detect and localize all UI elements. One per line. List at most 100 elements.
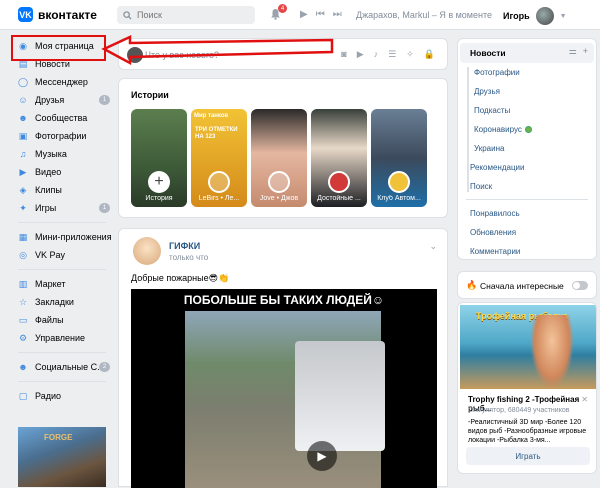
sidebar-item-label: Видео xyxy=(35,167,62,177)
filter-photos[interactable]: Фотографии xyxy=(474,68,520,77)
story-avatar xyxy=(208,171,230,193)
play-game-button[interactable]: Играть xyxy=(466,447,590,465)
sidebar-item-bookmarks[interactable]: ☆ Закладки xyxy=(12,293,112,311)
file-icon: ▭ xyxy=(18,315,28,325)
sidebar-item-label: Друзья xyxy=(35,95,65,105)
story-add[interactable]: + История xyxy=(131,109,187,207)
post-time[interactable]: только что xyxy=(169,253,208,262)
sidebar-item-files[interactable]: ▭ Файлы xyxy=(12,311,112,329)
social-count-badge: 2 xyxy=(99,362,110,372)
filter-coronavirus[interactable]: Коронавирус xyxy=(474,125,532,134)
sidebar-item-manage[interactable]: ⚙ Управление xyxy=(12,329,112,347)
story-dostoynye[interactable]: Достойные ... xyxy=(311,109,367,207)
sidebar-item-messenger[interactable]: ◯ Мессенджер xyxy=(12,73,112,91)
news-filter-panel: Новости ⚌ + Фотографии Друзья Подкасты К… xyxy=(457,38,597,260)
sidebar-item-friends[interactable]: ☺ Друзья 1 xyxy=(12,91,112,109)
previous-icon[interactable]: ⏮ xyxy=(316,9,325,20)
next-icon[interactable]: ⏭ xyxy=(333,9,342,20)
sidebar-item-label: Мессенджер xyxy=(35,77,88,87)
sidebar-item-label: Игры xyxy=(35,203,57,213)
story-caption: История xyxy=(145,195,173,202)
sidebar-item-video[interactable]: ▶ Видео xyxy=(12,163,112,181)
post-video[interactable]: ПОБОЛЬШЕ БЫ ТАКИХ ЛЮДЕЙ☺ ▶ xyxy=(131,289,437,488)
sidebar-item-label: Сообщества xyxy=(35,113,88,123)
avatar[interactable] xyxy=(133,237,161,265)
music-icon: ♫ xyxy=(19,149,27,159)
sidebar-item-vkpay[interactable]: ◎ VK Pay xyxy=(12,246,112,264)
sort-toggle[interactable] xyxy=(572,281,588,290)
user-menu[interactable]: Игорь ▼ xyxy=(503,7,567,25)
post-author[interactable]: ГИФКИ xyxy=(169,241,200,251)
manage-icon: ⚙ xyxy=(18,333,28,343)
filter-ukraine[interactable]: Украина xyxy=(474,144,504,153)
notifications-badge: 4 xyxy=(278,4,287,13)
virus-icon xyxy=(524,126,532,134)
right-game-ad[interactable]: Трофейная рыбалка ✕ Trophy fishing 2 -Тр… xyxy=(457,302,597,474)
news-controls: ⚌ + xyxy=(569,46,588,57)
story-avatar xyxy=(328,171,350,193)
sort-toggle-panel[interactable]: 🔥 Сначала интересные xyxy=(457,271,597,299)
lock-icon[interactable]: 🔒 xyxy=(424,49,435,60)
story-top-text: Мир танков xyxy=(194,113,229,119)
article-icon[interactable]: ☰ xyxy=(388,49,396,60)
friends-icon: ☺ xyxy=(18,95,28,105)
play-icon[interactable]: ▶ xyxy=(300,9,308,20)
story-avatar xyxy=(268,171,290,193)
video-icon[interactable]: ▶ xyxy=(357,49,364,60)
sidebar-item-label: Социальные С... xyxy=(35,362,105,372)
chevron-down-icon: ▼ xyxy=(559,12,567,20)
sidebar-divider xyxy=(18,269,106,270)
tab-news-label: Новости xyxy=(470,48,506,58)
music-icon[interactable]: ♪ xyxy=(374,49,379,60)
filter-updates[interactable]: Обновления xyxy=(470,228,516,237)
plus-icon[interactable]: + xyxy=(583,46,588,57)
now-playing-track[interactable]: Джарахов, Markul – Я в моменте xyxy=(356,10,492,20)
story-caption: Клуб Автом... xyxy=(377,195,421,202)
sidebar-item-social[interactable]: ☻ Социальные С... 2 xyxy=(12,358,112,376)
post-text: Добрые пожарные😎👏 xyxy=(131,273,230,283)
lightbulb-icon[interactable]: ✧ xyxy=(406,49,414,60)
settings-sliders-icon[interactable]: ⚌ xyxy=(569,46,577,57)
sidebar-item-music[interactable]: ♫ Музыка xyxy=(12,145,112,163)
filter-liked[interactable]: Понравилось xyxy=(470,209,520,218)
left-sidebar: ◉ Моя страница ▤ Новости ◯ Мессенджер ☺ Друз… xyxy=(12,37,112,405)
sidebar-item-label: Закладки xyxy=(35,297,74,307)
stories-panel: Истории + История Мир танков ТРИ ОТМЕТКИ… xyxy=(118,78,448,218)
filter-comments[interactable]: Комментарии xyxy=(470,247,520,256)
sidebar-item-mini-apps[interactable]: ▦ Мини-приложения xyxy=(12,228,112,246)
radio-icon: ▢ xyxy=(18,391,28,401)
search-box[interactable] xyxy=(117,6,255,24)
filter-podcasts[interactable]: Подкасты xyxy=(474,106,510,115)
story-jove[interactable]: Jove • Джов xyxy=(251,109,307,207)
story-caption: Достойные ... xyxy=(317,195,361,202)
search-input[interactable] xyxy=(137,10,247,20)
sidebar-item-label: Мини-приложения xyxy=(35,232,112,242)
sidebar-item-games[interactable]: ✦ Игры 1 xyxy=(12,199,112,217)
annotation-arrow xyxy=(101,35,334,65)
story-lebirs[interactable]: Мир танков ТРИ ОТМЕТКИ НА 123 LeBirs • Л… xyxy=(191,109,247,207)
play-icon[interactable]: ▶ xyxy=(307,441,337,471)
chevron-down-icon[interactable]: ⌄ xyxy=(429,241,437,252)
sidebar-item-market[interactable]: ▥ Маркет xyxy=(12,275,112,293)
filter-search[interactable]: Поиск xyxy=(470,182,492,191)
notifications-button[interactable]: 4 xyxy=(270,4,287,22)
story-avatar xyxy=(388,171,410,193)
sidebar-game-ad[interactable]: FORGE xyxy=(18,427,106,487)
sidebar-item-communities[interactable]: ☻ Сообщества xyxy=(12,109,112,127)
vk-brand-text: вконтакте xyxy=(38,7,97,22)
ad-description: -Реалистичный 3D мир -Более 120 видов ры… xyxy=(468,419,587,444)
ad-character-image xyxy=(530,315,574,389)
sidebar-item-label: VK Pay xyxy=(35,250,66,260)
sidebar-item-clips[interactable]: ◈ Клипы xyxy=(12,181,112,199)
story-club-auto[interactable]: Клуб Автом... xyxy=(371,109,427,207)
filter-recommendations[interactable]: Рекомендации xyxy=(470,163,524,172)
ad-image[interactable]: Трофейная рыбалка xyxy=(460,305,596,389)
sidebar-item-label: Маркет xyxy=(35,279,66,289)
search-icon xyxy=(123,10,132,20)
filter-friends[interactable]: Друзья xyxy=(474,87,500,96)
vkpay-icon: ◎ xyxy=(19,250,27,260)
sidebar-item-photos[interactable]: ▣ Фотографии xyxy=(12,127,112,145)
vk-logo[interactable]: VK вконтакте xyxy=(18,7,97,22)
sidebar-item-radio[interactable]: ▢ Радио xyxy=(12,387,112,405)
camera-icon[interactable]: ◙ xyxy=(341,49,346,60)
